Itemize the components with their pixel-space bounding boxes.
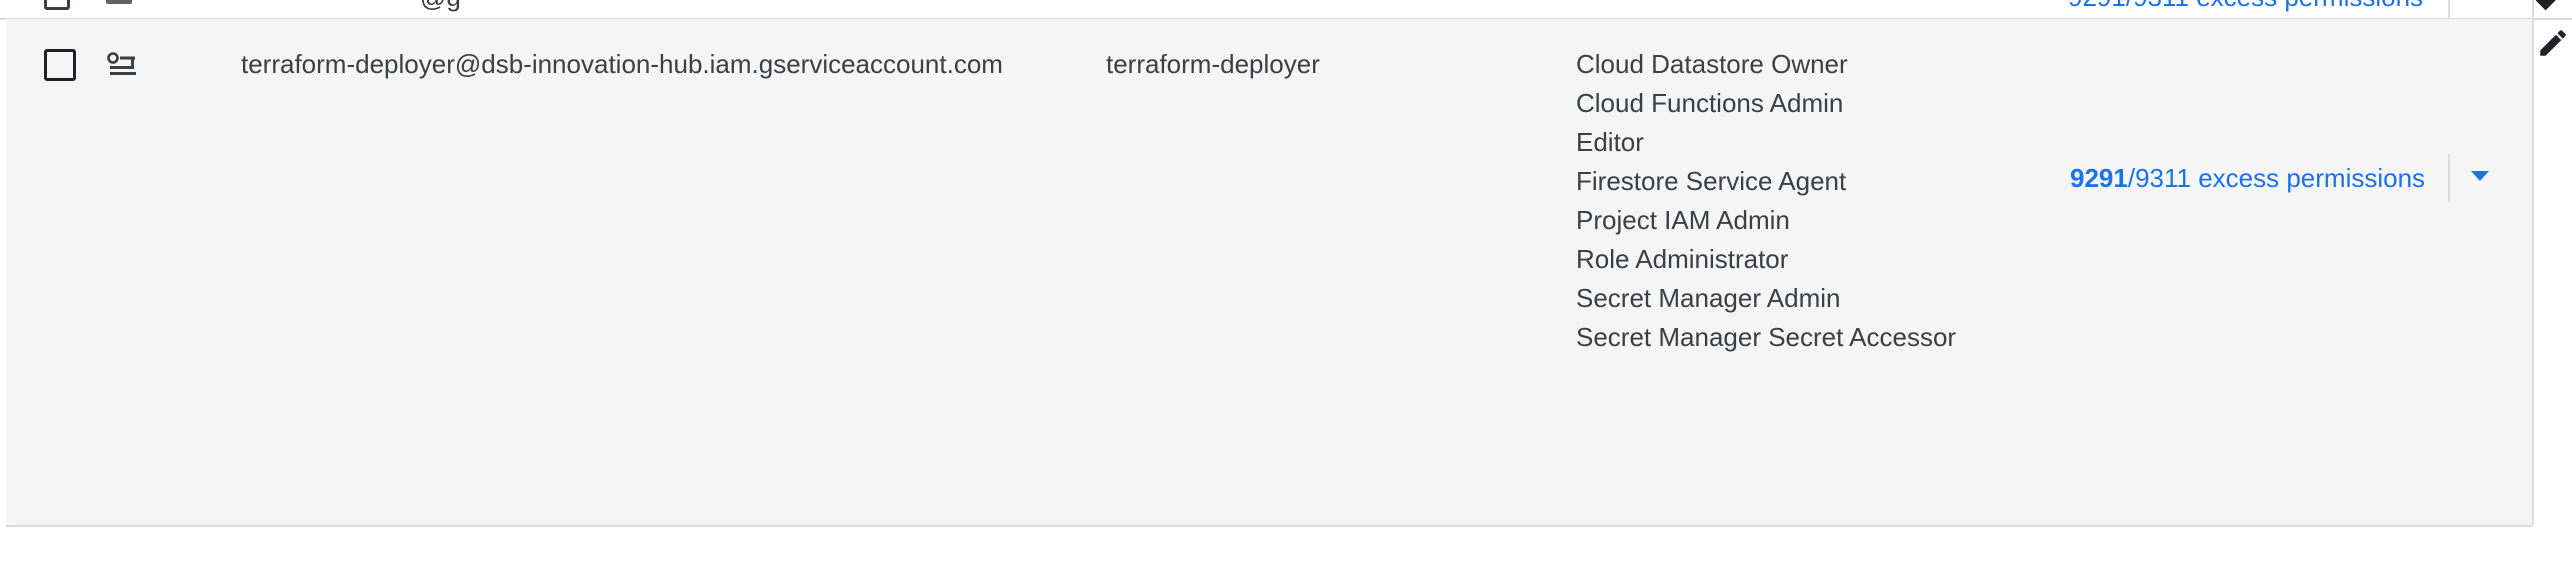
previous-row-account-icon [106, 0, 132, 4]
excess-permissions-link[interactable]: 9291/9311 excess permissions [2070, 161, 2425, 195]
role-item: Role Administrator [1576, 244, 1789, 274]
previous-row-edit-icon[interactable] [2535, 0, 2559, 11]
role-item: Firestore Service Agent [1576, 166, 1847, 196]
principal-email: terraform-deployer@dsb-innovation-hub.ia… [241, 49, 1003, 79]
principal-name: terraform-deployer [1106, 49, 1320, 79]
previous-row-divider [2448, 0, 2450, 18]
role-item: Project IAM Admin [1576, 205, 1790, 235]
role-item: Cloud Datastore Owner [1576, 49, 1848, 79]
row-checkbox[interactable] [44, 49, 76, 81]
excess-permissions-count: 9291 [2070, 163, 2128, 193]
role-item: Cloud Functions Admin [1576, 88, 1844, 118]
role-item: Secret Manager Secret Accessor [1576, 322, 1957, 352]
previous-row-permissions-link[interactable]: 9291/9311 excess permissions [2068, 0, 2423, 13]
excess-permissions-text: /9311 excess permissions [2127, 163, 2426, 193]
permissions-divider [2448, 154, 2450, 202]
previous-table-row: @g 9291/9311 excess permissions [0, 0, 2572, 20]
edit-pencil-icon[interactable] [2536, 26, 2570, 60]
service-account-icon [107, 52, 136, 75]
arrow-drop-down-icon[interactable] [2471, 171, 2489, 181]
previous-row-checkbox[interactable] [44, 0, 70, 10]
column-divider [2532, 0, 2534, 525]
role-item: Secret Manager Admin [1576, 283, 1841, 313]
table-row: terraform-deployer@dsb-innovation-hub.ia… [6, 19, 2532, 527]
previous-row-principal: @g [420, 0, 461, 13]
role-item: Editor [1576, 127, 1644, 157]
